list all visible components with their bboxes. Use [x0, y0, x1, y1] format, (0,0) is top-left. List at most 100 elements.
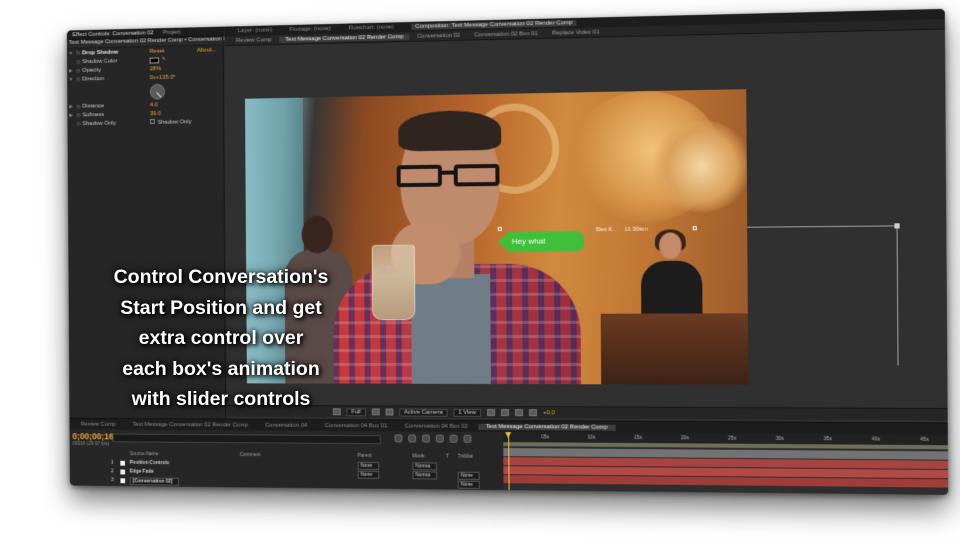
grid-icon[interactable]: [371, 408, 380, 416]
layer-number: 1: [110, 459, 114, 466]
about-link[interactable]: About...: [197, 47, 217, 53]
layer-search-input[interactable]: [112, 433, 381, 445]
shy-layers-icon[interactable]: [422, 434, 430, 443]
timeline-graph[interactable]: 05s 10s 15s 20s 25s 30s 35s 40s 45s: [503, 432, 949, 495]
property-label: Opacity: [82, 67, 102, 74]
comp-tab[interactable]: Review Comp: [230, 37, 277, 44]
timeline-tab-active[interactable]: Text Message Conversation 02 Render Comp: [477, 423, 616, 431]
overlay-caption: Control Conversation's Start Position an…: [96, 262, 346, 415]
comp-tab[interactable]: Conversation 02 Box 01: [468, 30, 544, 38]
fx-icon[interactable]: fx: [74, 50, 82, 56]
view-layout-dropdown[interactable]: 1 View: [453, 408, 482, 417]
current-time-display[interactable]: 0;00;00;16: [72, 431, 113, 441]
motion-blur-icon[interactable]: [449, 434, 458, 443]
col-parent[interactable]: Parent: [358, 453, 372, 459]
draft-3d-icon[interactable]: [408, 434, 417, 443]
comp-tab[interactable]: Replace Video 01: [546, 29, 606, 36]
caption-line: with slider controls: [131, 388, 311, 410]
ruler-tick: 35s: [823, 436, 832, 443]
twirl-open-icon[interactable]: ▼: [67, 50, 74, 56]
camera-dropdown[interactable]: Active Camera: [398, 408, 448, 417]
mode-dropdown[interactable]: Norma: [412, 462, 438, 471]
layer-outline: 0;00;00;16 00016 (29.97 fps) Source Name…: [70, 429, 504, 491]
timeline-tab[interactable]: Conversation 04 Box 01: [317, 423, 395, 429]
col-mode[interactable]: Mode: [412, 453, 424, 459]
tab-project[interactable]: Project: [163, 29, 181, 35]
property-value[interactable]: 4.0: [150, 102, 158, 108]
motion-path-line: [747, 225, 898, 228]
time-ruler[interactable]: 05s 10s 15s 20s 25s 30s 35s 40s 45s: [503, 432, 948, 450]
timeline-tab[interactable]: Review Comp: [73, 421, 123, 427]
col-t[interactable]: T: [446, 454, 449, 460]
parent-dropdown[interactable]: None: [357, 470, 380, 479]
twirl-closed-icon[interactable]: ▶: [67, 112, 74, 118]
transparency-grid-icon[interactable]: [385, 408, 394, 416]
col-comment[interactable]: Comment: [240, 452, 261, 458]
layer-name-input[interactable]: [Conversation 02]: [129, 477, 180, 486]
property-shadow-only[interactable]: ◷ Shadow Only Shadow Only: [67, 117, 223, 128]
ruler-tick: 30s: [775, 435, 784, 443]
stopwatch-icon[interactable]: ◷: [75, 121, 83, 127]
layer-anchor-handle[interactable]: [692, 226, 697, 231]
tab-effect-controls[interactable]: Effect Controls: Conversation 02: [72, 30, 153, 38]
checkbox-icon[interactable]: [150, 118, 155, 124]
timeline-tab[interactable]: Text Message Conversation 02 Render Comp: [125, 421, 256, 428]
color-swatch[interactable]: [149, 57, 160, 64]
motion-path-handle[interactable]: [894, 223, 900, 229]
property-label: Distance: [82, 102, 105, 110]
eyedropper-icon[interactable]: ✎: [162, 56, 166, 62]
stopwatch-icon[interactable]: ◷: [75, 59, 83, 65]
mode-dropdown[interactable]: Norma: [412, 471, 438, 480]
tab-footage[interactable]: Footage: (none): [289, 26, 330, 33]
frame-blending-icon[interactable]: [435, 434, 444, 443]
property-value[interactable]: 0x+135.0°: [150, 74, 176, 80]
graph-editor-icon[interactable]: [463, 434, 472, 443]
comp-mini-flowchart-icon[interactable]: [394, 434, 403, 443]
ruler-tick: 45s: [920, 436, 929, 443]
col-source-name[interactable]: Source Name: [130, 451, 159, 457]
twirl-closed-icon[interactable]: ▶: [67, 68, 74, 74]
twirl-closed-icon[interactable]: ▶: [67, 103, 74, 109]
tab-layer[interactable]: Layer: (none): [238, 27, 272, 34]
angle-dial[interactable]: [149, 83, 166, 100]
shadow-only-checkbox[interactable]: Shadow Only: [150, 118, 191, 126]
twirl-open-icon[interactable]: ▼: [67, 76, 74, 82]
stopwatch-icon[interactable]: ◷: [75, 76, 83, 82]
stopwatch-icon[interactable]: ◷: [75, 103, 83, 109]
comp-tab[interactable]: Conversation 02: [411, 32, 466, 39]
timeline-tab[interactable]: Conversation 04: [258, 422, 316, 428]
fast-previews-icon[interactable]: [500, 409, 509, 417]
tab-flowchart[interactable]: Flowchart: (none): [348, 24, 394, 31]
timeline-panel: Review Comp Text Message Conversation 02…: [69, 417, 949, 495]
timeline-tab[interactable]: Conversation 04 Box 02: [397, 423, 476, 429]
toggle-pixel-aspect-icon[interactable]: [487, 408, 496, 417]
stopwatch-icon[interactable]: ◷: [75, 67, 83, 73]
property-value[interactable]: 39.0: [150, 111, 161, 117]
ruler-tick: 25s: [728, 435, 737, 442]
parent-dropdown[interactable]: None: [357, 461, 380, 470]
ruler-tick: 40s: [871, 436, 881, 443]
message-bubble[interactable]: Hey what: [503, 231, 585, 252]
layer-label-color[interactable]: [120, 469, 126, 475]
layer-label-color[interactable]: [120, 478, 126, 484]
property-value[interactable]: 28%: [150, 66, 161, 72]
stopwatch-icon[interactable]: ◷: [75, 112, 83, 118]
layer-name[interactable]: Edge Fade: [130, 469, 154, 475]
trkmat-dropdown[interactable]: None: [457, 480, 480, 489]
reset-link[interactable]: Reset: [150, 48, 165, 54]
comp-tab-active[interactable]: Text Message Conversation 02 Render Comp: [279, 33, 410, 43]
col-trkmat[interactable]: TrkMat: [458, 454, 473, 460]
flowchart-icon[interactable]: [528, 409, 537, 417]
trkmat-dropdown[interactable]: None: [457, 471, 480, 480]
timeline-icon[interactable]: [514, 409, 523, 417]
layer-number: 2: [110, 468, 114, 475]
after-effects-window: Effect Controls: Conversation 02 Project…: [66, 8, 949, 495]
layer-name[interactable]: Position Controls: [130, 460, 169, 466]
layer-label-color[interactable]: [120, 460, 126, 466]
timeline-switch-icons: [394, 434, 472, 443]
exposure-value[interactable]: +0.0: [543, 410, 555, 416]
layer-anchor-handle[interactable]: [497, 226, 502, 231]
caption-line: extra control over: [138, 327, 304, 349]
sender-name: Ben K.: [596, 226, 615, 234]
resolution-dropdown[interactable]: Full: [346, 407, 366, 416]
